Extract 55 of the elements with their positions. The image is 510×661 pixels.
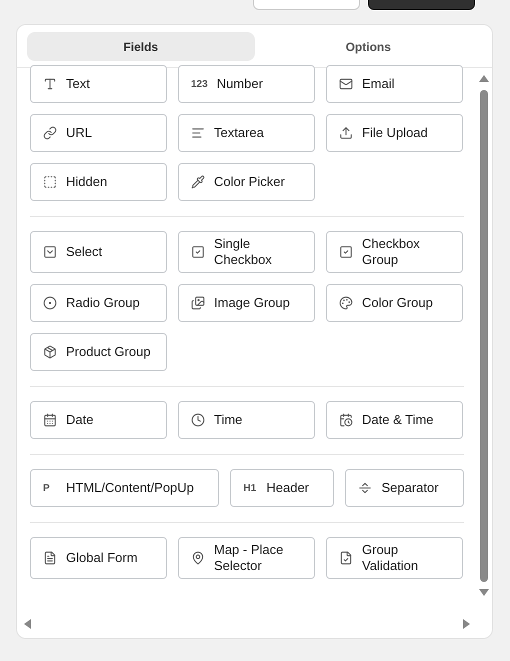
map-pin-icon [191, 551, 205, 565]
document-icon [43, 551, 57, 565]
link-icon [43, 126, 57, 140]
field-type-button[interactable]: Textarea [178, 114, 315, 152]
field-type-button[interactable]: Global Form [30, 537, 167, 579]
box-icon [43, 345, 57, 359]
scroll-down-arrow-icon[interactable] [479, 588, 489, 598]
field-type-button[interactable]: 123 Number [178, 65, 315, 103]
scroll-left-arrow-icon[interactable] [23, 619, 33, 629]
calendar-clock-icon [339, 413, 353, 427]
dashed-square-icon [43, 175, 57, 189]
field-type-button[interactable]: Radio Group [30, 284, 167, 322]
scrollbar-thumb[interactable] [480, 90, 488, 582]
field-type-button[interactable]: Map - Place Selector [178, 537, 315, 579]
field-type-button[interactable]: Image Group [178, 284, 315, 322]
checkbox-icon [339, 245, 353, 259]
field-type-button[interactable]: Hidden [30, 163, 167, 201]
images-icon [191, 296, 205, 310]
text-icon [43, 77, 57, 91]
field-type-button[interactable]: Separator [345, 469, 464, 507]
field-type-button[interactable]: Checkbox Group [326, 231, 463, 273]
field-type-button[interactable]: Email [326, 65, 463, 103]
clock-icon [191, 413, 205, 427]
palette-icon [339, 296, 353, 310]
field-type-button[interactable]: Group Validation [326, 537, 463, 579]
field-type-button[interactable]: Color Picker [178, 163, 315, 201]
radio-icon [43, 296, 57, 310]
field-type-button[interactable]: Date & Time [326, 401, 463, 439]
field-type-button[interactable]: File Upload [326, 114, 463, 152]
field-type-button[interactable]: Single Checkbox [178, 231, 315, 273]
separator-icon [358, 481, 372, 495]
document-check-icon [339, 551, 353, 565]
field-type-button[interactable]: Product Group [30, 333, 167, 371]
glyph-icon: 123 [191, 78, 208, 90]
field-type-button[interactable]: URL [30, 114, 167, 152]
field-type-button[interactable]: Color Group [326, 284, 463, 322]
field-type-button[interactable]: P HTML/Content/PopUp [30, 469, 220, 507]
field-type-button[interactable]: Text [30, 65, 167, 103]
tab[interactable]: Fields [27, 32, 254, 61]
glyph-icon: P [43, 482, 57, 494]
field-type-button[interactable]: H1 Header [230, 469, 334, 507]
tab[interactable]: Options [254, 32, 482, 61]
scroll-up-arrow-icon[interactable] [479, 74, 489, 84]
eyedropper-icon [191, 175, 205, 189]
glyph-icon: H1 [243, 482, 258, 494]
dropdown-icon [43, 245, 57, 259]
field-type-button[interactable]: Date [30, 401, 167, 439]
calendar-icon [43, 413, 57, 427]
field-type-button[interactable]: Select [30, 231, 167, 273]
scroll-right-arrow-icon[interactable] [462, 619, 472, 629]
envelope-icon [339, 77, 353, 91]
lines-icon [191, 126, 205, 140]
upload-icon [339, 126, 353, 140]
checkbox-icon [191, 245, 205, 259]
field-type-button[interactable]: Time [178, 401, 315, 439]
